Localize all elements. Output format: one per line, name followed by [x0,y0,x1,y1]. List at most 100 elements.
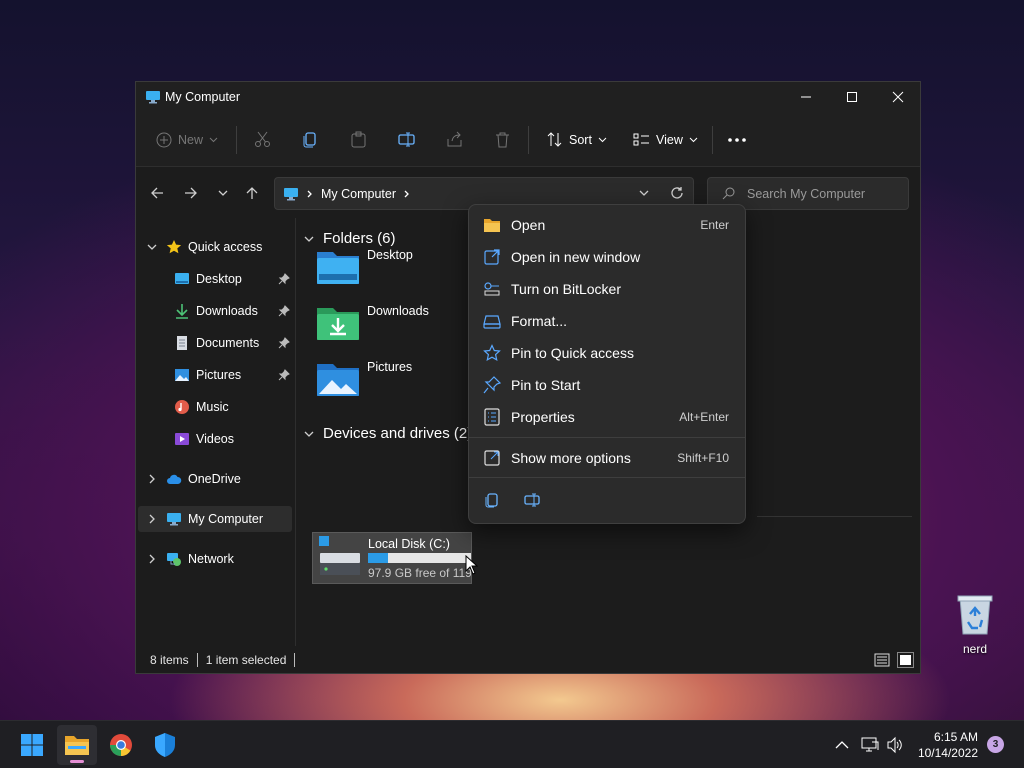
taskbar-file-explorer[interactable] [57,725,97,765]
folder-pictures[interactable]: Pictures [315,356,475,406]
back-button[interactable] [144,178,170,208]
folder-name: Downloads [367,304,429,318]
local-disk-c[interactable]: Local Disk (C:) 97.9 GB free of 119 GB [312,532,472,584]
taskbar-clock[interactable]: 6:15 AM 10/14/2022 [908,729,978,761]
refresh-button[interactable] [670,186,684,200]
chevron-down-icon [689,137,698,143]
menu-rename-button[interactable] [519,487,545,513]
delete-button[interactable] [494,112,511,167]
sort-button[interactable]: Sort [546,112,607,167]
sidebar-item-documents[interactable]: Documents [138,330,292,356]
volume-button[interactable] [886,736,904,754]
scissors-icon [255,131,270,147]
drive-name: Local Disk (C:) [368,537,450,551]
copy-button[interactable] [302,112,319,167]
star-icon [166,240,182,254]
folder-open-icon [484,219,500,232]
folder-downloads[interactable]: Downloads [315,300,475,350]
sidebar-item-quick-access[interactable]: Quick access [138,234,292,260]
tiles-view-button[interactable] [897,652,914,668]
sidebar-item-videos[interactable]: Videos [138,426,292,452]
chevron-right-icon[interactable] [146,473,158,485]
menu-item-open-new-window[interactable]: Open in new window [473,242,741,272]
menu-item-show-more-options[interactable]: Show more options Shift+F10 [473,443,741,473]
recent-locations-button[interactable] [210,178,236,208]
menu-item-open[interactable]: Open Enter [473,210,741,240]
new-button[interactable]: New [156,112,218,167]
forward-button[interactable] [178,178,204,208]
context-menu: Open Enter Open in new window Turn on Bi… [468,204,746,524]
menu-item-properties[interactable]: Properties Alt+Enter [473,402,741,432]
taskbar-chrome[interactable] [101,725,141,765]
chevron-right-icon[interactable] [403,190,411,198]
rename-button[interactable] [398,112,415,167]
ellipsis-icon [728,137,746,142]
chevron-down-icon[interactable] [146,241,158,253]
arrow-right-icon [185,187,197,199]
details-view-icon [874,653,890,667]
network-icon [167,553,181,566]
chevron-down-icon [598,137,607,143]
search-icon [722,187,735,200]
sidebar-item-my-computer[interactable]: My Computer [138,506,292,532]
sidebar-item-pictures[interactable]: Pictures [138,362,292,388]
folder-desktop[interactable]: Desktop [315,244,475,294]
up-button[interactable] [239,178,265,208]
address-history-button[interactable] [638,187,650,199]
item-count: 8 items [150,653,189,667]
pictures-icon [175,369,189,381]
chevron-down-icon [209,137,218,143]
maximize-button[interactable] [829,82,875,112]
sidebar-item-desktop[interactable]: Desktop [138,266,292,292]
breadcrumb-my-computer[interactable]: My Computer [321,187,396,201]
notification-badge[interactable]: 3 [987,736,1004,753]
tiles-view-icon [900,655,911,665]
sidebar-item-network[interactable]: Network [138,546,292,572]
devices-group-header[interactable]: Devices and drives (2) [303,425,472,442]
menu-item-label: Properties [511,409,575,425]
downloads-folder-icon [317,308,359,340]
start-button[interactable] [12,725,52,765]
computer-icon [146,91,160,104]
paste-button[interactable] [350,112,367,167]
sidebar-item-onedrive[interactable]: OneDrive [138,466,292,492]
pin-icon [278,337,290,349]
star-outline-icon [483,344,501,361]
chrome-icon [110,734,132,756]
details-view-button[interactable] [874,653,890,667]
menu-copy-button[interactable] [479,487,505,513]
sort-icon [547,132,562,147]
active-indicator [70,760,84,763]
minimize-button[interactable] [783,82,829,112]
document-icon [177,336,187,350]
music-icon [175,400,189,414]
plus-circle-icon [156,132,172,147]
sidebar-label: Quick access [188,240,263,254]
share-button[interactable] [446,112,463,167]
cut-button[interactable] [254,112,271,167]
title-bar[interactable]: My Computer [136,82,920,112]
menu-item-pin-start[interactable]: Pin to Start [473,370,741,400]
more-options-button[interactable] [728,112,746,167]
windows-logo-icon [21,734,43,756]
close-button[interactable] [875,82,921,112]
pin-icon [278,305,290,317]
recycle-bin-desktop-icon[interactable]: nerd [944,594,1006,656]
chevron-right-icon[interactable] [146,513,158,525]
taskbar-windows-security[interactable] [145,725,185,765]
copy-icon [303,132,316,148]
view-button[interactable]: View [633,112,698,167]
menu-item-format[interactable]: Format... [473,306,741,336]
chevron-right-icon[interactable] [146,553,158,565]
menu-item-pin-quick-access[interactable]: Pin to Quick access [473,338,741,368]
sidebar-item-downloads[interactable]: Downloads [138,298,292,324]
navigation-pane: Quick access Desktop Downloads Documents… [136,218,296,646]
menu-separator [469,437,745,438]
show-hidden-icons-button[interactable] [834,737,850,753]
menu-item-bitlocker[interactable]: Turn on BitLocker [473,274,741,304]
devices-header-label: Devices and drives (2) [323,425,473,442]
network-status-button[interactable] [861,736,879,754]
pin-icon [483,376,501,394]
menu-item-label: Turn on BitLocker [511,281,621,297]
sidebar-item-music[interactable]: Music [138,394,292,420]
